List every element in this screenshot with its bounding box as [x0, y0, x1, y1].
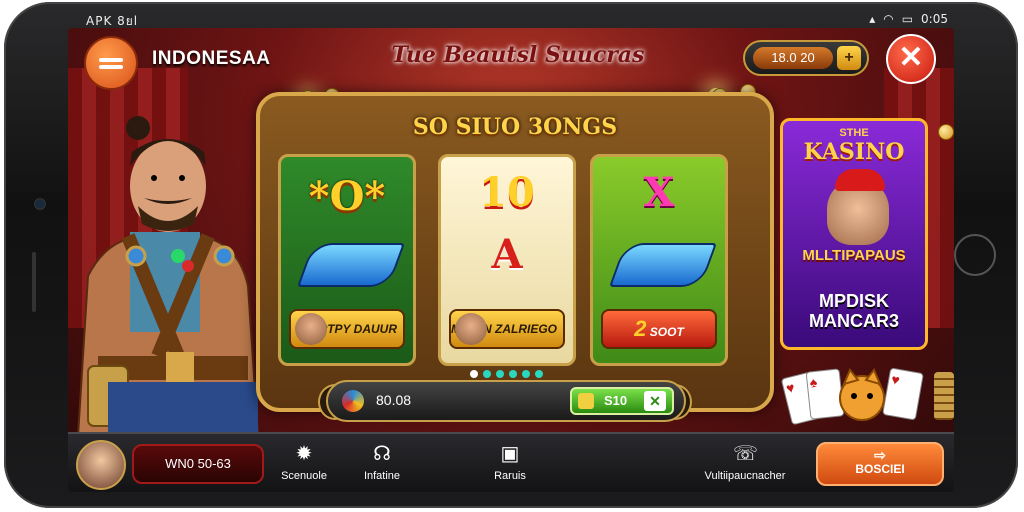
- reel-2[interactable]: 10 A MUMIN ZALRIEGO: [438, 154, 576, 366]
- chip-stack-icon: [934, 372, 954, 420]
- page-dot[interactable]: [483, 370, 491, 378]
- nav-item-scenuole[interactable]: ✹ Scenuole: [264, 440, 344, 490]
- page-dots: [470, 370, 543, 378]
- arrow-right-icon: ⇨: [874, 447, 886, 463]
- reel-3[interactable]: X 2 SOOT: [590, 154, 728, 366]
- coin-icon: [938, 124, 954, 140]
- nav-item-vultiipaucnacher[interactable]: ☏ Vultiipaucnacher: [690, 440, 800, 490]
- nav-label: Infatine: [363, 470, 401, 482]
- globe-icon: [342, 390, 364, 412]
- page-title: Tue Beautsl Suucras: [391, 42, 645, 68]
- add-balance-button[interactable]: +: [837, 46, 861, 70]
- menu-icon: [99, 57, 123, 62]
- close-button[interactable]: ✕: [886, 34, 936, 84]
- reel-symbol: *O*: [308, 173, 386, 220]
- promo-line-4a: MPDISK: [818, 291, 889, 311]
- balance-value: 18.0 20: [753, 47, 833, 69]
- bottom-bar: WN0 50-63 ✹ Scenuole ☊ Infatine ▣ Raruis…: [68, 432, 954, 492]
- face-icon: [455, 313, 487, 345]
- menu-button[interactable]: [84, 36, 138, 90]
- promo-line-4: MPDISK MANCAR3: [783, 291, 925, 331]
- mascot-hat-icon: [835, 169, 885, 191]
- reel-plaque: 2 SOOT: [601, 309, 717, 349]
- reel-symbol: A: [491, 231, 523, 278]
- cta-button[interactable]: ⇨ BOSCIEI: [816, 442, 944, 486]
- spin-bar: 80.08 S10 ✕: [326, 380, 686, 422]
- nav-label: Raruis: [494, 470, 526, 482]
- face-icon: [295, 313, 327, 345]
- headset-icon: ☊: [373, 443, 391, 465]
- reel-symbol: 10: [479, 169, 535, 216]
- status-bar: APK 8ยl ▴ ◠ ▭ 0:05: [68, 8, 954, 30]
- tablet-icon: ▣: [500, 443, 520, 465]
- machine-title: SO SIUO 3ONGS: [412, 114, 618, 140]
- wave-symbol-icon: [296, 243, 406, 287]
- speaker-slot: [32, 252, 36, 312]
- nav-item-infatine[interactable]: ☊ Infatine: [342, 440, 422, 490]
- support-icon: ☏: [733, 443, 759, 465]
- slot-machine: SO SIUO 3ONGS *O* ARTPY DAUUR 10 A MUMIN…: [256, 92, 774, 412]
- spin-label: S10: [604, 393, 628, 408]
- page-dot[interactable]: [496, 370, 504, 378]
- playing-cards: ♥ ♠ ♥: [780, 367, 946, 426]
- reel-symbol: X: [643, 169, 675, 216]
- reel-plaque: ARTPY DAUUR: [289, 309, 405, 349]
- page-dot[interactable]: [522, 370, 530, 378]
- camera-dot: [34, 198, 46, 210]
- promo-line-2: KASINO: [803, 139, 905, 165]
- game-screen: INDONESAA Tue Beautsl Suucras 18.0 20 + …: [68, 28, 954, 492]
- top-bar: INDONESAA Tue Beautsl Suucras 18.0 20 + …: [68, 28, 954, 90]
- page-dot[interactable]: [535, 370, 543, 378]
- page-dot[interactable]: [509, 370, 517, 378]
- nav-label: Vultiipaucnacher: [704, 470, 786, 482]
- cta-label: BOSCIEI: [855, 462, 905, 476]
- home-button[interactable]: [954, 234, 996, 276]
- coin-box-icon: [578, 393, 594, 409]
- kasino-promo-banner[interactable]: STHE KASINO MLLTIPAPAUS MPDISK MANCAR3: [780, 118, 928, 350]
- close-icon: ✕: [898, 41, 924, 74]
- brand-label: INDONESAA: [152, 48, 271, 69]
- confirm-icon: ✕: [644, 391, 666, 411]
- hero-character: [68, 106, 268, 437]
- status-time: 0:05: [921, 12, 948, 26]
- reel-plaque-label: SOOT: [649, 325, 684, 339]
- balance-pill[interactable]: 18.0 20 +: [743, 40, 869, 76]
- nav-item-raruis[interactable]: ▣ Raruis: [470, 440, 550, 490]
- reel-plaque: MUMIN ZALRIEGO: [449, 309, 565, 349]
- status-icons: ▴ ◠ ▭ 0:05: [869, 12, 948, 26]
- gear-icon: ✹: [295, 443, 313, 465]
- reel-1[interactable]: *O* ARTPY DAUUR: [278, 154, 416, 366]
- page-dot[interactable]: [470, 370, 478, 378]
- reel-plaque-prefix: 2: [634, 316, 647, 341]
- avatar[interactable]: [76, 440, 126, 490]
- signal-icon: ▴: [869, 12, 876, 26]
- battery-icon: ▭: [901, 12, 914, 26]
- bet-amount: 80.08: [376, 392, 412, 408]
- spin-button[interactable]: S10 ✕: [570, 387, 674, 415]
- wave-symbol-icon: [608, 243, 718, 287]
- user-id-pill[interactable]: WN0 50-63: [132, 444, 264, 484]
- promo-line-1: STHE: [839, 127, 869, 139]
- cat-mascot-icon: [839, 368, 885, 421]
- promo-line-3: MLLTIPAPAUS: [802, 247, 906, 264]
- nav-label: Scenuole: [281, 470, 327, 482]
- promo-line-4b: MANCAR3: [809, 311, 899, 331]
- wifi-icon: ◠: [883, 12, 894, 26]
